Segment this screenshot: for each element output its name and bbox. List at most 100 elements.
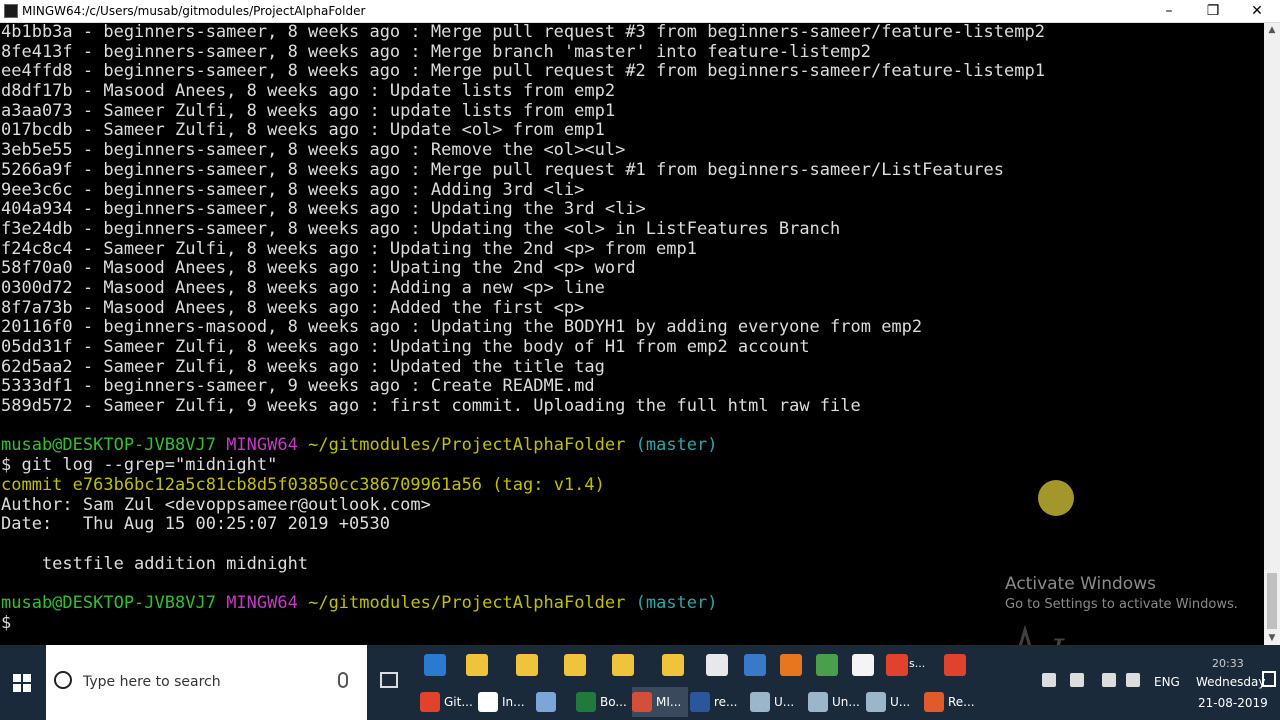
prompt-path: ~/gitmodules/ProjectAlphaFolder — [308, 435, 626, 456]
taskbar-task[interactable]: MI... — [632, 687, 688, 717]
recorder-icon — [924, 692, 944, 712]
settings-icon[interactable] — [816, 654, 838, 676]
store-icon[interactable] — [706, 654, 728, 676]
log-line: 017bcdb - Sameer Zulfi, 8 weeks ago : Up… — [1, 120, 605, 141]
log-line: 9ee3c6c - beginners-sameer, 8 weeks ago … — [1, 179, 585, 200]
log-line: 8f7a73b - Masood Anees, 8 weeks ago : Ad… — [1, 297, 585, 318]
folder-icon[interactable] — [612, 654, 634, 676]
task-view-icon[interactable] — [380, 672, 398, 688]
app-icon — [750, 692, 770, 712]
window-title: MINGW64:/c/Users/musab/gitmodules/Projec… — [22, 4, 366, 18]
taskbar-search-box[interactable]: Type here to search — [46, 645, 367, 720]
activate-title: Activate Windows — [1005, 574, 1156, 594]
log-line: 4b1bb3a - beginners-sameer, 8 weeks ago … — [1, 23, 1045, 42]
pinned-extra-label: s... — [909, 657, 926, 670]
onedrive-icon[interactable] — [1102, 673, 1116, 687]
app-icon — [808, 692, 828, 712]
prompt-user-host: musab@DESKTOP-JVB8VJ7 — [1, 592, 216, 613]
log-line: 62d5aa2 - Sameer Zulfi, 8 weeks ago : Up… — [1, 356, 605, 377]
log-line: 404a934 - beginners-sameer, 8 weeks ago … — [1, 199, 646, 220]
folder-icon[interactable] — [564, 654, 586, 676]
prompt-env: MINGW64 — [226, 592, 298, 613]
chrome-icon[interactable] — [886, 654, 908, 676]
file-icon[interactable] — [852, 654, 874, 676]
edge-icon[interactable] — [424, 654, 446, 676]
mingw-window-icon — [4, 4, 18, 18]
log-line: a3aa073 - Sameer Zulfi, 8 weeks ago : up… — [1, 100, 616, 121]
log-line: 20116f0 - beginners-masood, 8 weeks ago … — [1, 317, 923, 338]
clock-day[interactable]: Wednesday — [1196, 675, 1265, 689]
windows-taskbar: Type here to search s... Git... In... Bo..… — [0, 645, 1280, 720]
cursor-highlight — [1038, 480, 1074, 516]
prompt-env: MINGW64 — [226, 435, 298, 456]
activate-windows-watermark: Activate Windows Go to Settings to activ… — [1005, 574, 1238, 612]
terminal-scrollbar[interactable]: ▲ ▼ — [1264, 23, 1280, 645]
window-titlebar: MINGW64:/c/Users/musab/gitmodules/Projec… — [0, 0, 1280, 23]
taskbar-task[interactable]: In... — [478, 687, 532, 717]
taskbar-task[interactable]: re... — [690, 687, 746, 717]
task-label: U... — [890, 695, 911, 709]
taskbar-task[interactable] — [536, 687, 572, 717]
task-label: Re... — [948, 695, 975, 709]
task-label: In... — [502, 695, 525, 709]
notifications-icon[interactable] — [1262, 671, 1276, 687]
chevron-up-icon[interactable] — [1070, 673, 1084, 687]
activate-subtitle: Go to Settings to activate Windows. — [1005, 597, 1238, 612]
commit-line: commit e763b6bc12a5c81cb8d5f03850cc38670… — [0, 474, 1264, 496]
people-icon[interactable] — [1042, 673, 1056, 687]
windows-start-icon[interactable] — [0, 645, 44, 720]
log-line: f24c8c4 - Sameer Zulfi, 8 weeks ago : Up… — [1, 238, 697, 259]
log-line: 0300d72 - Masood Anees, 8 weeks ago : Ad… — [1, 277, 605, 298]
scroll-up-icon[interactable]: ▲ — [1264, 23, 1280, 37]
git-bash-icon — [632, 692, 652, 712]
app-icon — [866, 692, 886, 712]
folder-icon[interactable] — [662, 654, 684, 676]
language-indicator[interactable]: ENG — [1154, 675, 1180, 689]
maximize-icon[interactable]: ❐ — [1192, 0, 1234, 22]
prompt-branch: (master) — [635, 435, 718, 456]
log-line: 3eb5e55 - beginners-sameer, 8 weeks ago … — [1, 140, 626, 161]
prompt-line-1: musab@DESKTOP-JVB8VJ7 MINGW64 ~/gitmodul… — [0, 436, 1264, 456]
taskbar-task[interactable]: Un... — [808, 687, 862, 717]
task-label: Bo... — [600, 695, 627, 709]
close-icon[interactable]: ✕ — [1236, 0, 1278, 22]
firefox-icon[interactable] — [780, 654, 802, 676]
volume-icon[interactable] — [1126, 673, 1140, 687]
taskbar-task[interactable]: Bo... — [576, 687, 628, 717]
terminal-output[interactable]: 4b1bb3a - beginners-sameer, 8 weeks ago … — [0, 23, 1264, 645]
log-line: f3e24db - beginners-sameer, 8 weeks ago … — [1, 218, 841, 239]
paint-icon — [536, 692, 556, 712]
log-line: d8df17b - Masood Anees, 8 weeks ago : Up… — [1, 81, 616, 102]
prompt-path: ~/gitmodules/ProjectAlphaFolder — [308, 592, 626, 613]
log-line: 5333df1 - beginners-sameer, 9 weeks ago … — [1, 376, 595, 397]
task-label: U... — [774, 695, 795, 709]
clock-date[interactable]: 21-08-2019 — [1198, 696, 1268, 710]
chrome-icon[interactable] — [944, 654, 966, 676]
task-label: Un... — [832, 695, 860, 709]
taskbar-task[interactable]: U... — [866, 687, 920, 717]
log-line: 5266a9f - beginners-sameer, 8 weeks ago … — [1, 159, 1005, 180]
explorer-icon[interactable] — [516, 654, 538, 676]
log-line: 8fe413f - beginners-sameer, 8 weeks ago … — [1, 41, 871, 62]
taskbar-task[interactable]: U... — [750, 687, 804, 717]
word-icon — [690, 692, 710, 712]
chrome-icon — [420, 692, 440, 712]
log-line: 58f70a0 - Masood Anees, 8 weeks ago : Up… — [1, 258, 636, 279]
explorer-icon[interactable] — [466, 654, 488, 676]
mail-icon — [478, 692, 498, 712]
cortana-icon — [54, 671, 72, 689]
log-line: 589d572 - Sameer Zulfi, 9 weeks ago : fi… — [1, 396, 861, 417]
minimize-icon[interactable]: – — [1148, 0, 1190, 22]
microphone-icon[interactable] — [338, 672, 348, 688]
network-icon[interactable] — [744, 654, 766, 676]
taskbar-task[interactable]: Git... — [420, 687, 474, 717]
search-placeholder: Type here to search — [83, 674, 221, 690]
excel-icon — [576, 692, 596, 712]
commit-tag: (tag: v1.4) — [492, 474, 605, 495]
clock-time[interactable]: 20:33 — [1212, 657, 1244, 670]
prompt-branch: (master) — [635, 592, 718, 613]
taskbar-task[interactable]: Re... — [924, 687, 980, 717]
log-line: ee4ffd8 - beginners-sameer, 8 weeks ago … — [1, 61, 1045, 82]
